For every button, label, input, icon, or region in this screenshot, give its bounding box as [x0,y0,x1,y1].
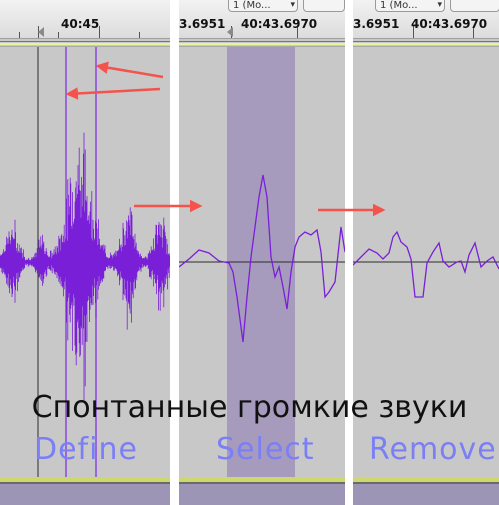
arrow-icon [65,87,161,100]
annotation-arrows [65,61,386,217]
arrow-icon [95,61,164,79]
